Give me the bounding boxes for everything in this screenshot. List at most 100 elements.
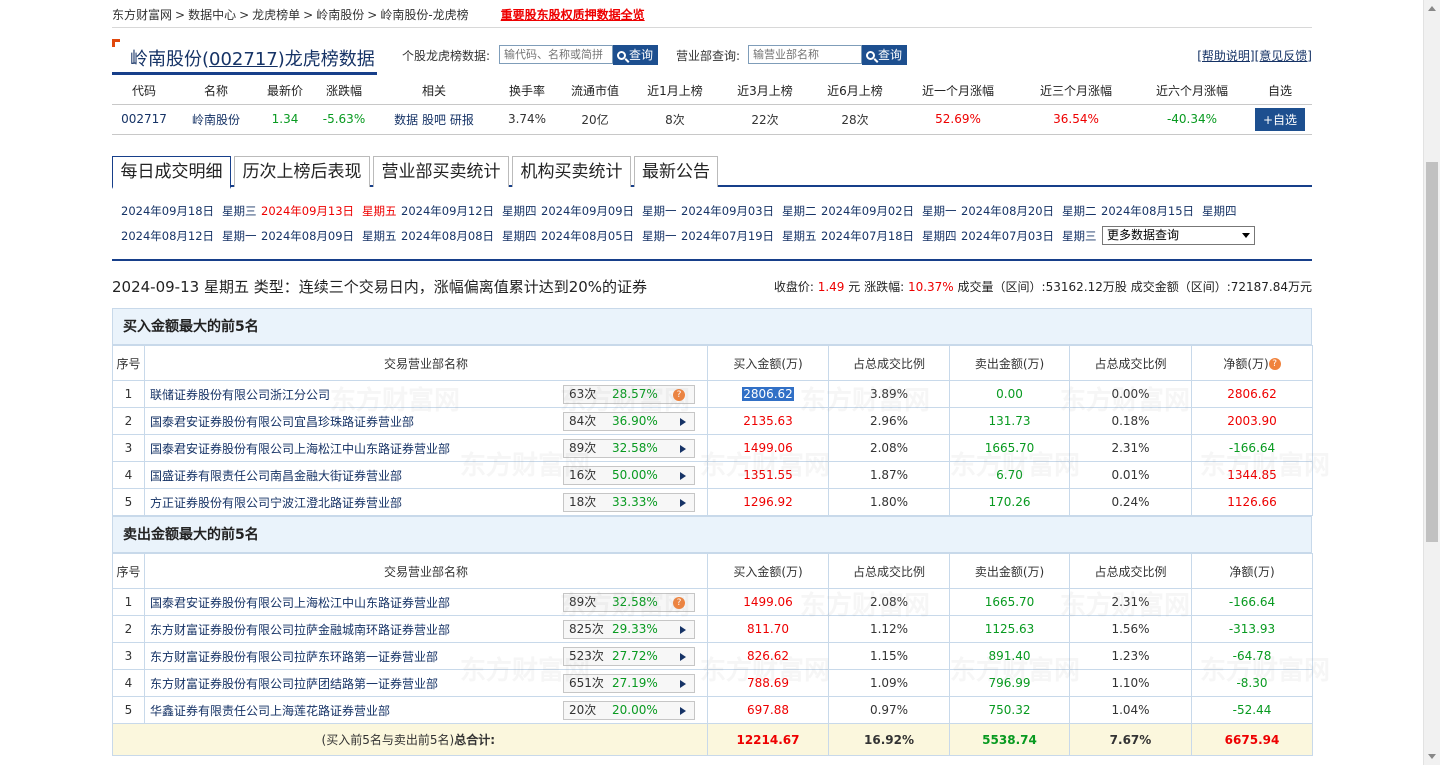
date-link-date: 2024年08月09日 — [261, 229, 355, 243]
scroll-up-icon[interactable] — [1428, 6, 1436, 11]
dept-stat-badge[interactable]: 651次 27.19% — [563, 674, 695, 693]
dept-stat-badge[interactable]: 825次 29.33% — [563, 620, 695, 639]
date-link[interactable]: 2024年07月18日 星期四 — [821, 228, 957, 244]
buy-table: 序号 交易营业部名称 买入金额(万) 占总成交比例 卖出金额(万) 占总成交比例… — [112, 345, 1313, 516]
dept-stat-badge[interactable]: 16次 50.00% — [563, 466, 695, 485]
date-link[interactable]: 2024年09月18日 星期三 — [121, 203, 257, 219]
dept-name-link[interactable]: 联储证券股份有限公司浙江分公司 — [150, 388, 330, 402]
date-link-date: 2024年09月12日 — [401, 204, 495, 218]
date-link[interactable]: 2024年09月09日 星期一 — [541, 203, 677, 219]
breadcrumb-item-datacenter[interactable]: 数据中心 — [188, 8, 236, 22]
tab-dept-stats[interactable]: 营业部买卖统计 — [373, 156, 509, 187]
date-link[interactable]: 2024年09月13日 星期五 — [261, 203, 397, 219]
date-link[interactable]: 2024年09月12日 星期四 — [401, 203, 537, 219]
dept-name-link[interactable]: 国泰君安证券股份有限公司上海松江中山东路证券营业部 — [150, 442, 450, 456]
dept-name-link[interactable]: 国泰君安证券股份有限公司上海松江中山东路证券营业部 — [150, 596, 450, 610]
more-data-select[interactable]: 更多数据查询 — [1102, 226, 1255, 245]
sell-pct: 2.31% — [1069, 434, 1192, 462]
dept-stat-pct: 32.58% — [612, 595, 658, 609]
sell-pct: 1.10% — [1069, 669, 1192, 697]
sell-amount: 170.26 — [949, 488, 1070, 516]
quote-code[interactable]: 002717 — [112, 104, 176, 135]
dept-name-cell: 东方财富证券股份有限公司拉萨东环路第一证券营业部 523次 27.72% — [144, 642, 708, 670]
date-link-date: 2024年07月18日 — [821, 229, 915, 243]
play-arrow-icon[interactable] — [680, 499, 686, 507]
dept-name-link[interactable]: 国盛证券有限责任公司南昌金融大街证券营业部 — [150, 469, 402, 483]
play-arrow-icon[interactable] — [680, 680, 686, 688]
breadcrumb-sep: > — [303, 8, 314, 22]
play-arrow-icon[interactable] — [680, 472, 686, 480]
tab-institution-stats[interactable]: 机构买卖统计 — [512, 156, 631, 187]
col-header: 买入金额(万) — [707, 553, 829, 589]
date-link[interactable]: 2024年07月03日 星期三 — [961, 228, 1097, 244]
help-link[interactable]: [帮助说明] — [1197, 49, 1254, 63]
buy-pct: 1.09% — [828, 669, 950, 697]
dept-stat-badge[interactable]: 523次 27.72% — [563, 647, 695, 666]
date-link[interactable]: 2024年08月08日 星期四 — [401, 228, 537, 244]
scroll-thumb[interactable] — [1426, 162, 1438, 542]
pledge-data-link[interactable]: 重要股东股权质押数据全览 — [501, 8, 645, 22]
data-link[interactable]: 数据 — [394, 113, 418, 127]
dept-stat-badge[interactable]: 84次 36.90% — [563, 412, 695, 431]
date-link[interactable]: 2024年08月12日 星期一 — [121, 228, 257, 244]
date-link-date: 2024年09月18日 — [121, 204, 215, 218]
feedback-link[interactable]: [意见反馈] — [1255, 49, 1312, 63]
play-arrow-icon[interactable] — [680, 418, 686, 426]
dept-search-button[interactable]: 查询 — [862, 45, 908, 65]
stock-search-button[interactable]: 查询 — [613, 45, 659, 65]
date-link-date: 2024年08月08日 — [401, 229, 495, 243]
quote-m3: 22次 — [720, 104, 810, 135]
col-header: 占总成交比例 — [1069, 553, 1192, 589]
play-arrow-icon[interactable] — [680, 445, 686, 453]
guba-link[interactable]: 股吧 — [422, 113, 446, 127]
add-watchlist-button[interactable]: +自选 — [1254, 107, 1306, 131]
date-link[interactable]: 2024年08月15日 星期四 — [1101, 203, 1237, 219]
tab-daily-detail[interactable]: 每日成交明细 — [112, 156, 231, 189]
play-arrow-icon[interactable] — [680, 653, 686, 661]
play-arrow-icon[interactable] — [680, 626, 686, 634]
dept-search-input[interactable] — [748, 45, 862, 64]
dept-name-link[interactable]: 东方财富证券股份有限公司拉萨东环路第一证券营业部 — [150, 650, 438, 664]
tab-latest-notice[interactable]: 最新公告 — [634, 156, 718, 187]
help-icon[interactable]: ? — [673, 597, 685, 609]
scrollbar[interactable] — [1423, 0, 1440, 765]
dept-stat-badge[interactable]: 20次 20.00% — [563, 701, 695, 720]
date-link[interactable]: 2024年08月05日 星期一 — [541, 228, 677, 244]
play-arrow-icon[interactable] — [680, 707, 686, 715]
col-header: 序号 — [112, 345, 145, 381]
date-link[interactable]: 2024年09月03日 星期二 — [681, 203, 817, 219]
date-link[interactable]: 2024年08月09日 星期五 — [261, 228, 397, 244]
dept-name-link[interactable]: 东方财富证券股份有限公司拉萨金融城南环路证券营业部 — [150, 623, 450, 637]
net-amount: 1344.85 — [1191, 461, 1313, 489]
breadcrumb-item-stock[interactable]: 岭南股份 — [316, 8, 364, 22]
dept-name-cell: 华鑫证券有限责任公司上海莲花路证券营业部 20次 20.00% — [144, 696, 708, 724]
dept-stat-badge[interactable]: 63次 28.57%? — [563, 385, 695, 404]
tab-history-performance[interactable]: 历次上榜后表现 — [234, 156, 370, 187]
help-icon[interactable]: ? — [673, 389, 685, 401]
scroll-down-icon[interactable] — [1428, 754, 1436, 759]
date-link[interactable]: 2024年07月19日 星期五 — [681, 228, 817, 244]
dept-stat-badge[interactable]: 18次 33.33% — [563, 493, 695, 512]
net-amount: -64.78 — [1191, 642, 1313, 670]
quote-col-header: 涨跌幅 — [314, 78, 374, 105]
quote-add-cell: +自选 — [1248, 104, 1312, 135]
dept-name-link[interactable]: 国泰君安证券股份有限公司宜昌珍珠路证券营业部 — [150, 415, 414, 429]
stock-search-input[interactable] — [499, 45, 613, 64]
date-link[interactable]: 2024年09月02日 星期一 — [821, 203, 957, 219]
dept-name-link[interactable]: 华鑫证券有限责任公司上海莲花路证券营业部 — [150, 704, 390, 718]
report-link[interactable]: 研报 — [450, 113, 474, 127]
quote-name[interactable]: 岭南股份 — [176, 104, 256, 135]
help-icon[interactable]: ? — [1268, 357, 1281, 370]
dept-stat-badge[interactable]: 89次 32.58%? — [563, 593, 695, 612]
table-row: 3 东方财富证券股份有限公司拉萨东环路第一证券营业部 523次 27.72% 826.6… — [112, 642, 1313, 670]
breadcrumb-item-eastmoney[interactable]: 东方财富网 — [112, 8, 172, 22]
dept-name-link[interactable]: 方正证券股份有限公司宁波江澄北路证券营业部 — [150, 496, 402, 510]
date-link[interactable]: 2024年08月20日 星期二 — [961, 203, 1097, 219]
date-link-weekday: 星期四 — [502, 204, 537, 218]
date-link-date: 2024年07月19日 — [681, 229, 775, 243]
dept-stat-badge[interactable]: 89次 32.58% — [563, 439, 695, 458]
breadcrumb-sep: > — [367, 8, 378, 22]
page-title-code[interactable]: 002717 — [209, 49, 278, 70]
dept-name-link[interactable]: 东方财富证券股份有限公司拉萨团结路第一证券营业部 — [150, 677, 438, 691]
breadcrumb-item-lhb[interactable]: 龙虎榜单 — [252, 8, 300, 22]
